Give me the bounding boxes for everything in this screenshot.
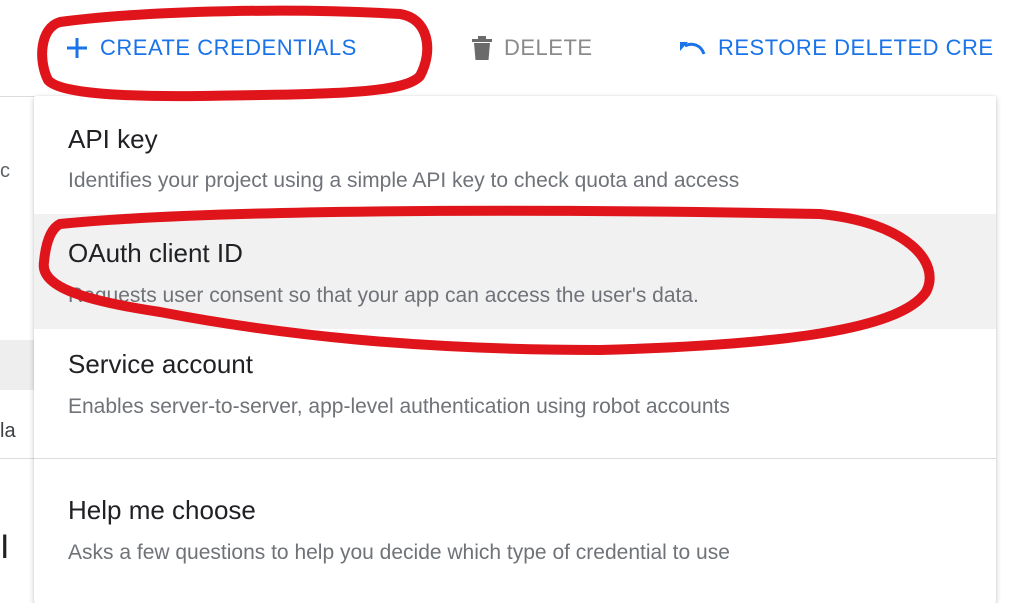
create-credentials-button[interactable]: CREATE CREDENTIALS — [66, 28, 357, 68]
menu-item-help-me-choose[interactable]: Help me choose Asks a few questions to h… — [34, 459, 996, 603]
delete-label: DELETE — [504, 35, 593, 60]
create-credentials-label: CREATE CREDENTIALS — [100, 35, 357, 60]
menu-item-title: OAuth client ID — [68, 238, 243, 268]
background-heading-fragment: I — [0, 528, 10, 566]
restore-deleted-label: RESTORE DELETED CRE — [718, 35, 994, 60]
menu-item-oauth-client-id[interactable]: OAuth client ID Requests user consent so… — [34, 214, 996, 329]
menu-item-description: Enables server-to-server, app-level auth… — [68, 395, 730, 418]
create-credentials-menu: API key Identifies your project using a … — [34, 96, 996, 603]
menu-item-description: Requests user consent so that your app c… — [68, 284, 699, 307]
menu-item-service-account[interactable]: Service account Enables server-to-server… — [34, 329, 996, 457]
menu-item-description: Identifies your project using a simple A… — [68, 169, 740, 192]
credentials-page: CREATE CREDENTIALS DELETE RESTORE DELETE… — [0, 0, 1017, 603]
plus-icon — [66, 37, 88, 59]
menu-item-api-key[interactable]: API key Identifies your project using a … — [34, 96, 996, 214]
undo-icon — [678, 38, 706, 58]
restore-deleted-credentials-button[interactable]: RESTORE DELETED CRE — [678, 28, 994, 68]
delete-button[interactable]: DELETE — [472, 28, 593, 68]
background-text-fragment: c — [0, 160, 10, 182]
credentials-toolbar: CREATE CREDENTIALS DELETE RESTORE DELETE… — [0, 0, 1017, 96]
menu-item-title: API key — [68, 124, 158, 154]
background-text-fragment: la — [0, 420, 16, 442]
menu-item-description: Asks a few questions to help you decide … — [68, 541, 730, 564]
menu-item-title: Service account — [68, 349, 253, 379]
menu-item-title: Help me choose — [68, 495, 256, 525]
trash-icon — [472, 36, 492, 60]
